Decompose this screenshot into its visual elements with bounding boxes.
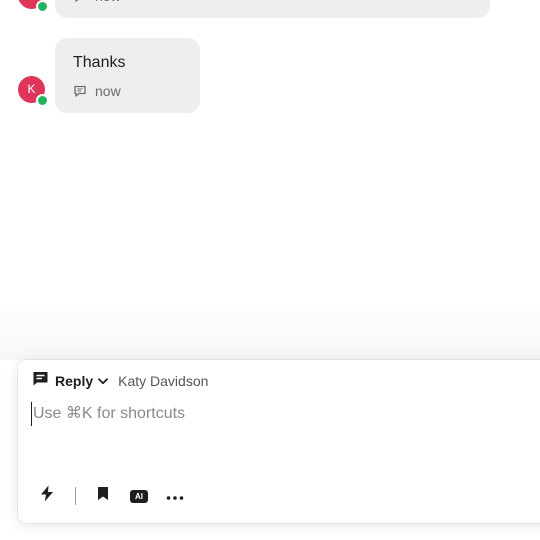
lightning-icon xyxy=(40,485,54,507)
online-status-dot xyxy=(36,94,49,107)
message-row: now xyxy=(0,0,540,18)
ai-icon: AI xyxy=(130,489,148,503)
message-meta: now xyxy=(73,83,121,99)
message-time: now xyxy=(95,83,121,99)
message-meta: now xyxy=(73,0,121,4)
chat-icon xyxy=(73,84,87,98)
bookmark-icon xyxy=(97,486,109,506)
toolbar-divider xyxy=(75,487,76,505)
message-bubble: now xyxy=(55,0,490,18)
chevron-down-icon[interactable] xyxy=(98,372,109,390)
more-icon xyxy=(166,487,184,505)
online-status-dot xyxy=(36,0,49,13)
reply-input[interactable] xyxy=(31,402,513,426)
quick-actions-button[interactable] xyxy=(36,485,58,507)
avatar[interactable] xyxy=(18,0,49,13)
reply-composer: Reply Katy Davidson AI xyxy=(18,360,540,523)
saved-replies-button[interactable] xyxy=(92,485,114,507)
message-text: Thanks xyxy=(73,54,126,71)
composer-header: Reply Katy Davidson xyxy=(32,371,208,391)
message-icon xyxy=(32,370,49,392)
composer-shadow-fade xyxy=(0,300,540,360)
message-bubble: Thanks now xyxy=(55,38,200,113)
avatar-initial: K xyxy=(27,82,36,96)
message-row: K Thanks now xyxy=(0,38,540,113)
ai-button[interactable]: AI xyxy=(128,485,150,507)
conversation-view: now K Thanks now Reply xyxy=(0,0,540,540)
chat-icon xyxy=(73,0,87,3)
avatar[interactable]: K xyxy=(18,76,49,107)
message-time: now xyxy=(95,0,121,4)
composer-toolbar: AI xyxy=(36,485,186,507)
reply-mode-button[interactable]: Reply xyxy=(55,373,93,389)
more-options-button[interactable] xyxy=(164,485,186,507)
recipient-name[interactable]: Katy Davidson xyxy=(118,373,208,389)
